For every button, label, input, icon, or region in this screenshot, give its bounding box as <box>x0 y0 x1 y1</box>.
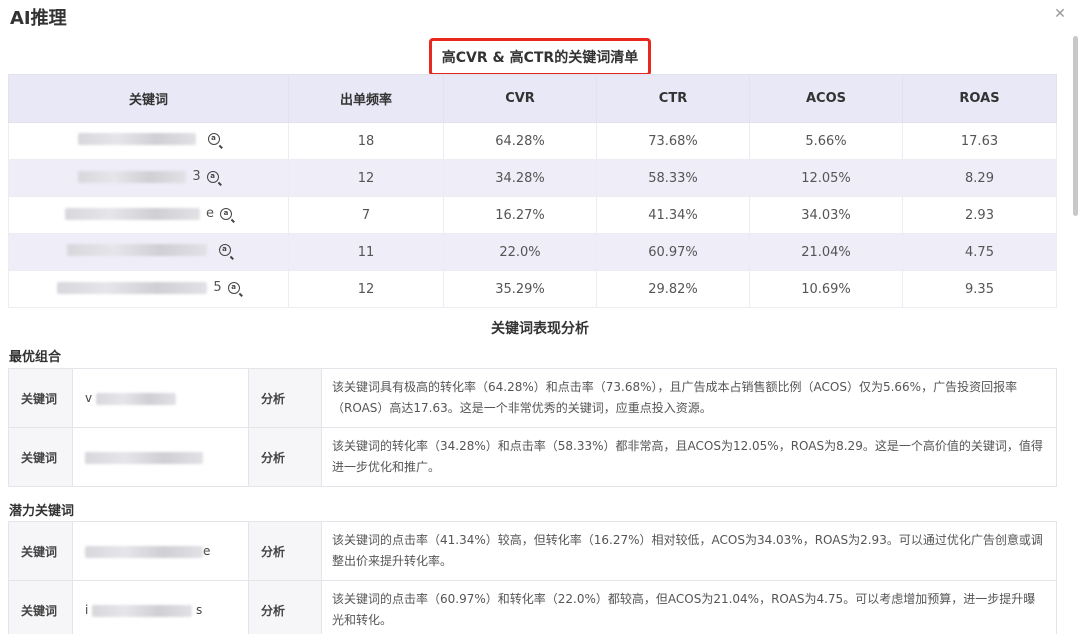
search-keyword-icon[interactable]: a <box>227 281 240 294</box>
cvr-cell: 22.0% <box>443 233 597 271</box>
search-keyword-icon[interactable]: a <box>220 207 232 220</box>
acos-cell: 10.69% <box>749 270 903 308</box>
col-header-acos: ACOS <box>749 74 903 123</box>
keyword-value <box>72 427 249 487</box>
search-keyword-icon[interactable]: a <box>207 133 220 145</box>
keyword-cell: a <box>8 233 289 271</box>
analysis-row: 关键词 i s 分析 该关键词的点击率（60.97%）和转化率（22.0%）都较… <box>8 580 1057 634</box>
frequency-cell: 7 <box>288 196 444 234</box>
col-header-cvr: CVR <box>443 74 597 123</box>
roas-cell: 8.29 <box>902 159 1057 197</box>
keyword-suffix: e <box>203 544 211 558</box>
redacted-keyword <box>92 604 193 617</box>
cvr-cell: 34.28% <box>443 159 597 197</box>
analysis-row: 关键词 分析 该关键词的转化率（34.28%）和点击率（58.33%）都非常高，… <box>8 427 1057 487</box>
table-header-row: 关键词 出单频率 CVR CTR ACOS ROAS <box>8 74 1057 123</box>
col-header-keyword: 关键词 <box>8 74 289 123</box>
search-keyword-icon[interactable]: a <box>206 170 219 183</box>
cvr-cell: 64.28% <box>443 122 597 160</box>
search-keyword-icon[interactable]: a <box>218 244 231 256</box>
keyword-table: 关键词 出单频率 CVR CTR ACOS ROAS a 18 64.28% 7… <box>8 74 1057 308</box>
frequency-cell: 18 <box>288 122 444 160</box>
keyword-value: v <box>72 368 249 428</box>
keyword-prefix: i <box>85 603 89 617</box>
redacted-keyword <box>66 244 207 256</box>
analysis-label: 分析 <box>248 368 322 428</box>
frequency-cell: 11 <box>288 233 444 271</box>
keyword-label: 关键词 <box>8 427 73 487</box>
keyword-prefix: v <box>85 391 93 405</box>
analysis-text: 该关键词的点击率（60.97%）和转化率（22.0%）都较高，但ACOS为21.… <box>321 580 1057 634</box>
keyword-list-heading: 高CVR & 高CTR的关键词清单 <box>428 38 652 76</box>
table-row: ea 7 16.27% 41.34% 34.03% 2.93 <box>8 196 1057 234</box>
acos-cell: 21.04% <box>749 233 903 271</box>
roas-cell: 9.35 <box>902 270 1057 308</box>
keyword-value: e <box>72 521 249 581</box>
group-label-potential: 潜力关键词 <box>9 504 75 519</box>
analysis-text: 该关键词具有极高的转化率（64.28%）和点击率（73.68%），且广告成本占销… <box>321 368 1057 428</box>
acos-cell: 12.05% <box>749 159 903 197</box>
keyword-cell: ea <box>8 196 289 234</box>
keyword-text: 5 <box>213 280 222 296</box>
redacted-keyword <box>85 451 203 464</box>
analysis-table-potential: 关键词 e 分析 该关键词的点击率（41.34%）较高，但转化率（16.27%）… <box>8 521 1057 634</box>
redacted-keyword <box>77 133 196 145</box>
keyword-text: 3 <box>192 169 201 185</box>
acos-cell: 5.66% <box>749 122 903 160</box>
analysis-text: 该关键词的点击率（41.34%）较高，但转化率（16.27%）相对较低，ACOS… <box>321 521 1057 581</box>
analysis-label: 分析 <box>248 427 322 487</box>
redacted-keyword <box>65 207 200 220</box>
col-header-frequency: 出单频率 <box>288 74 444 123</box>
frequency-cell: 12 <box>288 270 444 308</box>
keyword-cell: 3a <box>8 159 289 197</box>
ctr-cell: 60.97% <box>596 233 750 271</box>
keyword-suffix: s <box>196 603 203 617</box>
analysis-heading: 关键词表现分析 <box>491 321 589 337</box>
acos-cell: 34.03% <box>749 196 903 234</box>
analysis-row: 关键词 v 分析 该关键词具有极高的转化率（64.28%）和点击率（73.68%… <box>8 368 1057 428</box>
roas-cell: 17.63 <box>902 122 1057 160</box>
keyword-cell: a <box>8 122 289 160</box>
table-row: 3a 12 34.28% 58.33% 12.05% 8.29 <box>8 159 1057 197</box>
close-icon[interactable]: ✕ <box>1052 6 1068 22</box>
analysis-table-best: 关键词 v 分析 该关键词具有极高的转化率（64.28%）和点击率（73.68%… <box>8 368 1057 487</box>
ctr-cell: 41.34% <box>596 196 750 234</box>
col-header-ctr: CTR <box>596 74 750 123</box>
group-label-best: 最优组合 <box>9 350 62 365</box>
analysis-label: 分析 <box>248 521 322 581</box>
dialog-title: AI推理 <box>10 8 67 29</box>
roas-cell: 2.93 <box>902 196 1057 234</box>
col-header-roas: ROAS <box>902 74 1057 123</box>
keyword-label: 关键词 <box>8 368 73 428</box>
table-row: 5a 12 35.29% 29.82% 10.69% 9.35 <box>8 270 1057 308</box>
table-row: a 18 64.28% 73.68% 5.66% 17.63 <box>8 122 1057 160</box>
keyword-label: 关键词 <box>8 521 73 581</box>
redacted-keyword <box>95 392 176 405</box>
redacted-keyword <box>78 170 187 183</box>
ctr-cell: 58.33% <box>596 159 750 197</box>
keyword-list-heading-wrap: 高CVR & 高CTR的关键词清单 <box>0 38 1080 76</box>
keyword-value: i s <box>72 580 249 634</box>
cvr-cell: 16.27% <box>443 196 597 234</box>
ctr-cell: 29.82% <box>596 270 750 308</box>
redacted-keyword <box>57 281 208 294</box>
analysis-label: 分析 <box>248 580 322 634</box>
keyword-text: e <box>206 206 214 222</box>
roas-cell: 4.75 <box>902 233 1057 271</box>
analysis-row: 关键词 e 分析 该关键词的点击率（41.34%）较高，但转化率（16.27%）… <box>8 521 1057 581</box>
redacted-keyword <box>85 545 203 558</box>
cvr-cell: 35.29% <box>443 270 597 308</box>
ctr-cell: 73.68% <box>596 122 750 160</box>
frequency-cell: 12 <box>288 159 444 197</box>
analysis-text: 该关键词的转化率（34.28%）和点击率（58.33%）都非常高，且ACOS为1… <box>321 427 1057 487</box>
table-row: a 11 22.0% 60.97% 21.04% 4.75 <box>8 233 1057 271</box>
keyword-label: 关键词 <box>8 580 73 634</box>
keyword-cell: 5a <box>8 270 289 308</box>
